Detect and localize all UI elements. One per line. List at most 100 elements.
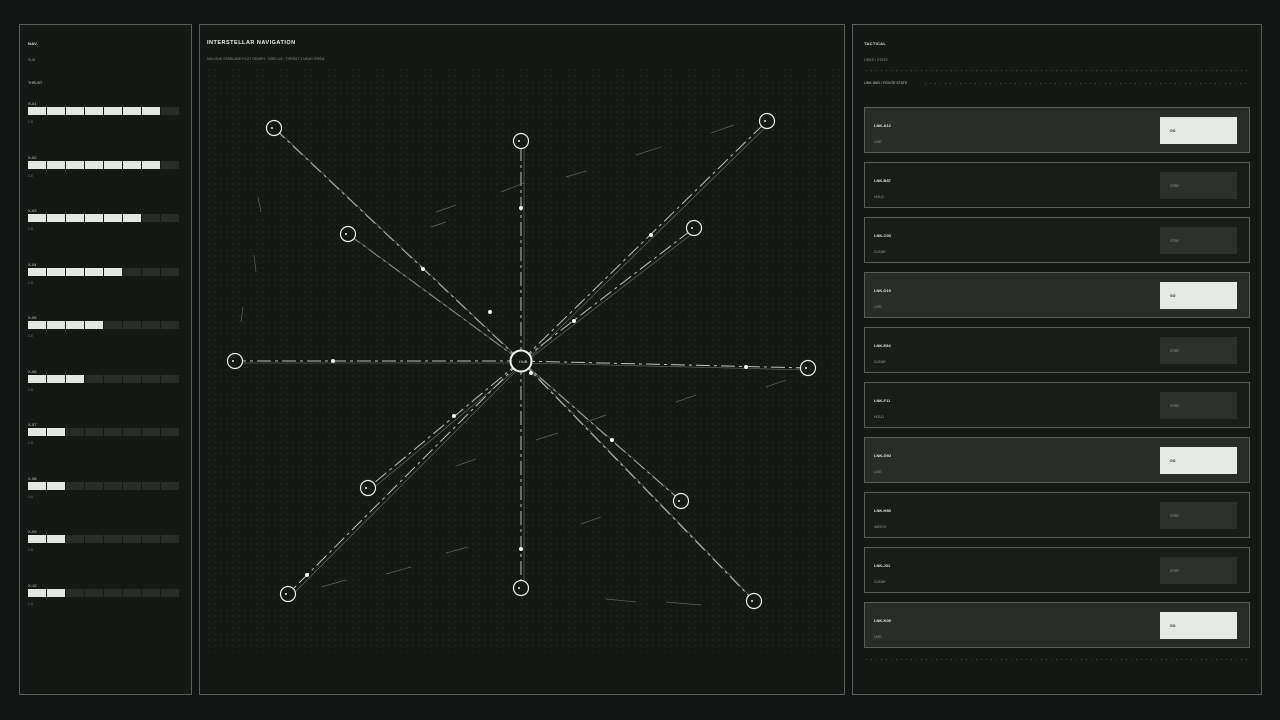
tactical-title: TACTICAL — [864, 41, 887, 46]
thrust-bar[interactable] — [28, 321, 179, 329]
thrust-bar-segment — [123, 160, 141, 169]
star-node[interactable] — [279, 585, 297, 603]
thrust-bar[interactable] — [28, 214, 179, 222]
thrust-bar-segment — [142, 481, 160, 490]
thrust-row-label: X-02 — [28, 154, 37, 160]
thrust-bar-segment — [85, 481, 103, 490]
thrust-bar[interactable] — [28, 481, 179, 490]
star-node[interactable] — [685, 219, 703, 237]
thrust-row-value: 1.0 — [28, 280, 33, 285]
link-id: LNK-H80 — [874, 508, 891, 513]
link-card[interactable]: LNK-F11 HOLD STBY — [864, 382, 1250, 428]
thrust-row-label: X-05 — [28, 315, 37, 320]
star-node-core — [285, 593, 287, 595]
thrust-bar-segment — [161, 214, 179, 222]
thrust-bar-segment — [47, 535, 65, 543]
star-node[interactable] — [265, 119, 283, 137]
star-node[interactable] — [359, 479, 377, 497]
thrust-bar[interactable] — [28, 107, 179, 115]
link-action-button[interactable]: GO — [1160, 282, 1237, 309]
link-action-button[interactable]: STBY — [1160, 337, 1237, 364]
link-card[interactable]: LNK-J31 CLEAR STBY — [864, 547, 1250, 593]
thrust-bar-segment — [104, 267, 122, 276]
star-node[interactable] — [226, 352, 244, 370]
thrust-bar-segment — [47, 428, 65, 436]
link-action-button[interactable]: STBY — [1160, 392, 1237, 419]
thrust-bar-segment — [85, 535, 103, 543]
thrust-bar-segment — [47, 107, 65, 115]
thrust-bar[interactable] — [28, 160, 179, 169]
star-node-core — [764, 120, 766, 122]
thrust-bar-segment — [104, 481, 122, 490]
thrust-bar-segment — [123, 214, 141, 222]
link-card[interactable]: LNK-B87 HOLD STBY — [864, 162, 1250, 208]
link-action-button[interactable]: STBY — [1160, 172, 1237, 199]
link-action-button[interactable]: STBY — [1160, 557, 1237, 584]
star-node[interactable] — [672, 492, 690, 510]
thrust-bar[interactable] — [28, 428, 179, 436]
star-node[interactable] — [758, 112, 776, 130]
thrust-row-label: X-01 — [28, 101, 37, 106]
star-node-core — [345, 233, 347, 235]
link-card[interactable]: LNK-G92 LIVE GO — [864, 437, 1250, 483]
link-card[interactable]: LNK-A12 LIVE GO — [864, 107, 1250, 153]
link-id: LNK-B87 — [874, 178, 891, 183]
waypoint — [305, 573, 309, 577]
thrust-bar-segment — [28, 160, 46, 169]
link-action-button[interactable]: STBY — [1160, 227, 1237, 254]
thrust-bar[interactable] — [28, 374, 179, 383]
link-card[interactable]: LNK-C03 CLEAR STBY — [864, 217, 1250, 263]
thrust-bar-segment — [161, 588, 179, 597]
thrust-bar-segment — [66, 481, 84, 490]
thrust-row-label: X-09 — [28, 529, 37, 534]
link-action-button[interactable]: GO — [1160, 612, 1237, 639]
thrust-bar-segment — [66, 267, 84, 276]
divider — [864, 659, 1250, 660]
waypoint — [744, 365, 748, 369]
link-action-label: STBY — [1170, 349, 1180, 353]
star-node[interactable] — [745, 592, 763, 610]
link-card[interactable]: LNK-H80 WATCH STBY — [864, 492, 1250, 538]
link-action-label: GO — [1170, 129, 1176, 133]
star-node-core — [271, 127, 273, 129]
thrust-bar-segment — [66, 374, 84, 383]
thrust-bar-segment — [123, 481, 141, 490]
hub-label: HUB — [519, 359, 528, 364]
thrust-bar-segment — [123, 374, 141, 383]
thrust-bar-segment — [123, 588, 141, 597]
thrust-row-value: 1.0 — [28, 120, 33, 124]
link-card[interactable]: LNK-E84 CLEAR STBY — [864, 327, 1250, 373]
thrust-row-value: 1.0 — [28, 441, 33, 445]
waypoint — [572, 319, 576, 323]
link-action-button[interactable]: GO — [1160, 117, 1237, 144]
thrust-row-label: X-03 — [28, 208, 37, 213]
link-id: LNK-E84 — [874, 343, 891, 348]
link-card[interactable]: LNK-K05 LIVE GO — [864, 602, 1250, 648]
link-action-label: STBY — [1170, 239, 1180, 243]
thrust-bar[interactable] — [28, 267, 179, 276]
thrust-bar-segment — [28, 374, 46, 383]
star-node[interactable] — [799, 359, 817, 377]
star-node[interactable] — [512, 132, 530, 150]
link-action-label: STBY — [1170, 184, 1180, 188]
starlane-map[interactable]: HUB — [206, 67, 840, 652]
thrust-bar-segment — [66, 321, 84, 329]
tactical-subtitle: LINKS / STATE — [864, 58, 888, 62]
thrust-bar[interactable] — [28, 588, 179, 597]
link-id: LNK-F11 — [874, 398, 891, 403]
waypoint — [421, 267, 425, 271]
link-card[interactable]: LNK-D19 LIVE GO — [864, 272, 1250, 318]
star-node[interactable] — [512, 579, 530, 597]
link-action-button[interactable]: GO — [1160, 447, 1237, 474]
star-node-core — [691, 227, 693, 229]
thrust-bar-segment — [142, 428, 160, 436]
route-section-label: LINK WAY / ROUTE STATE — [864, 81, 908, 85]
thrust-bar-segment — [28, 588, 46, 597]
link-action-button[interactable]: STBY — [1160, 502, 1237, 529]
thrust-bar-segment — [104, 321, 122, 329]
thrust-bar-segment — [123, 267, 141, 276]
thrust-bar-segment — [104, 374, 122, 383]
thrust-bar[interactable] — [28, 535, 179, 543]
thrust-row-value: 1.0 — [28, 548, 33, 552]
star-node[interactable] — [339, 225, 357, 243]
